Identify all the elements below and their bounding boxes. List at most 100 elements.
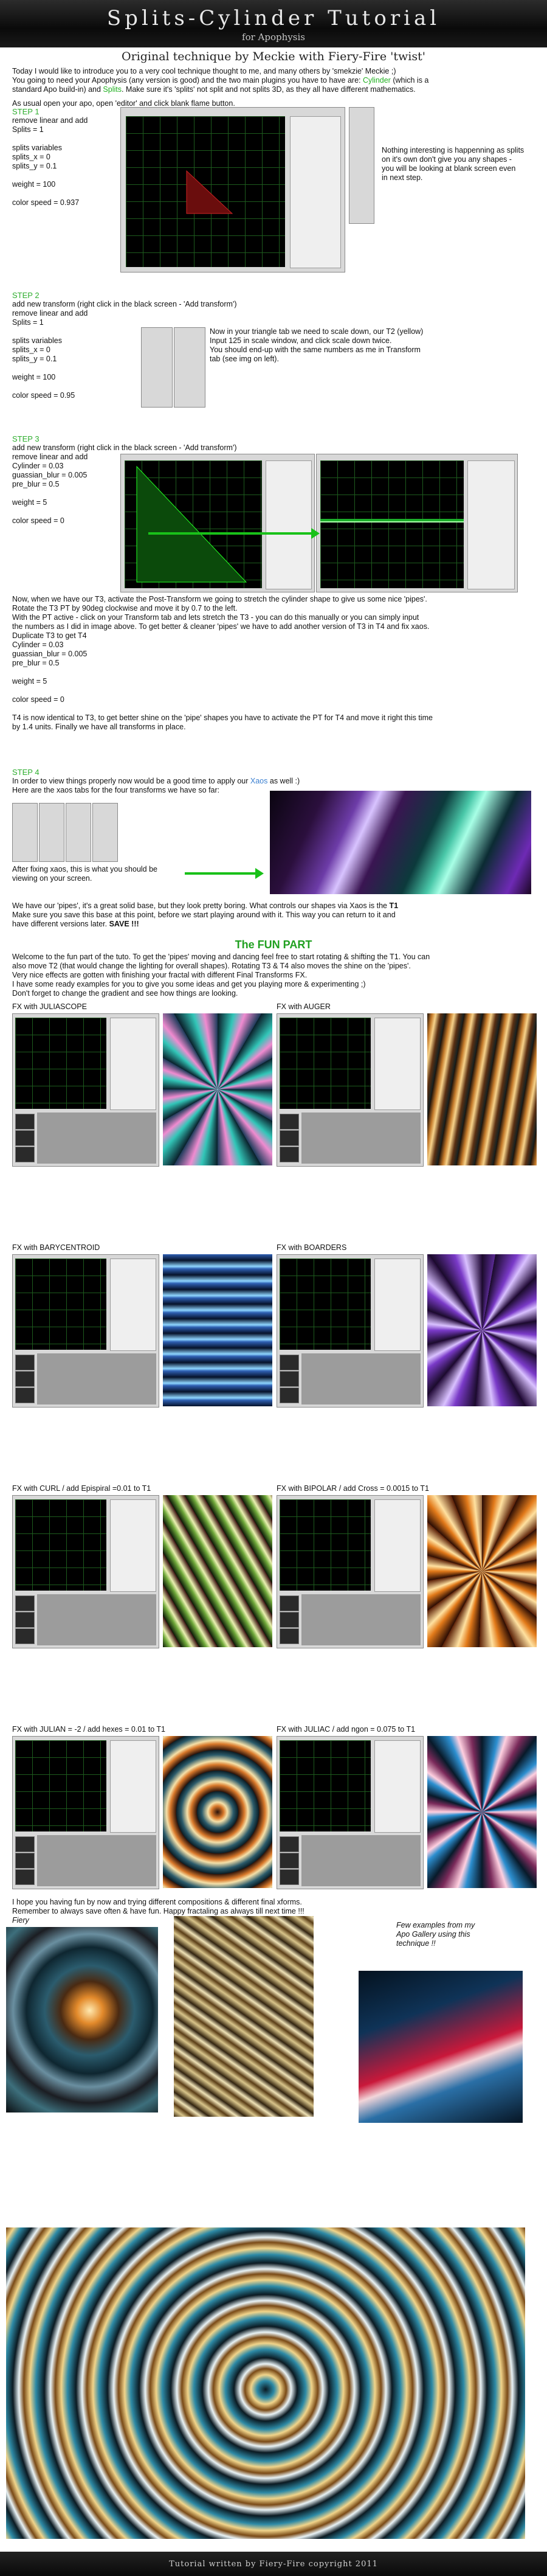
pipes-span: have different versions later.: [12, 920, 109, 928]
editor-side-panel: [374, 1499, 421, 1592]
editor-canvas: [15, 1740, 106, 1831]
thumbnail: [15, 1628, 35, 1644]
step3-editor-screenshot-a: [120, 454, 315, 592]
step-line: splits_y = 0.1: [12, 162, 57, 170]
step-line: weight = 5: [12, 677, 47, 686]
step-line: Splits = 1: [12, 125, 44, 134]
fun-part-heading: The FUN PART: [235, 939, 312, 951]
fx-result-image: [427, 1254, 537, 1406]
thumbnail: [15, 1114, 35, 1130]
fx-result-image: [163, 1013, 272, 1165]
intro-span: . Make sure it's 'splits' not split and …: [122, 85, 416, 94]
step-line: add new transform (right click in the bl…: [12, 443, 237, 452]
triangle-icon: [186, 170, 233, 214]
thumbnail: [280, 1371, 299, 1387]
step-line: weight = 100: [12, 180, 56, 189]
step-line: add new transform (right click in the bl…: [12, 300, 237, 308]
editor-canvas: [126, 116, 285, 267]
fx-result-image: [163, 1254, 272, 1406]
preview-panel: [301, 1835, 421, 1886]
editor-canvas: [320, 460, 464, 588]
thumbnail: [280, 1387, 299, 1403]
xaos-tab-t2: [39, 803, 64, 862]
step-line: Now, when we have our T3, activate the P…: [12, 595, 427, 603]
after-line: After fixing xaos, this is what you shou…: [12, 865, 158, 873]
fun-line: also move T2 (that would change the ligh…: [12, 962, 411, 970]
fx-editor-screenshot: [277, 1013, 424, 1167]
after-line: viewing on your screen.: [12, 874, 92, 883]
thumbnail: [280, 1836, 299, 1852]
gallery-line: Apo Gallery using this: [396, 1930, 470, 1939]
closing-line: Remember to always save often & have fun…: [12, 1907, 304, 1915]
fx-label: FX with JULIAC / add ngon = 0.075 to T1: [277, 1725, 416, 1734]
gallery-image-3: [359, 1971, 523, 2123]
step3-editor-screenshot-b: [316, 454, 518, 592]
thumbnail: [280, 1595, 299, 1611]
step-line: In order to view things properly now wou…: [12, 777, 300, 786]
fx-result-image: [427, 1495, 537, 1647]
thumbnail: [280, 1147, 299, 1162]
fx-editor-screenshot: [12, 1736, 159, 1889]
byline: Original technique by Meckie with Fiery-…: [122, 50, 425, 63]
editor-canvas: [280, 1258, 371, 1350]
fx-result-image: [163, 1736, 272, 1888]
note-line: Now in your triangle tab we need to scal…: [210, 327, 424, 336]
note-line: you will be looking at blank screen even: [382, 164, 516, 173]
intro-text: Today I would like to introduce you to a…: [12, 67, 428, 108]
note-line: Nothing interesting is happenning as spl…: [382, 146, 525, 154]
gallery-note: Few examples from my Apo Gallery using t…: [396, 1921, 475, 1948]
xaos-tab-t4: [92, 803, 118, 862]
editor-canvas: [280, 1018, 371, 1109]
thumbnail: [280, 1355, 299, 1370]
intro-line: Today I would like to introduce you to a…: [12, 67, 396, 75]
arrow-right-icon: [148, 532, 312, 535]
editor-side-panel: [374, 1258, 421, 1351]
gallery-image-1: [6, 1927, 158, 2113]
step-line: Duplicate T3 to get T4: [12, 631, 87, 640]
arrowhead-icon: [255, 868, 264, 879]
thumbnail: [280, 1628, 299, 1644]
step1-note: Nothing interesting is happenning as spl…: [382, 146, 524, 182]
step-line: Rotate the T3 PT by 90deg clockwise and …: [12, 604, 238, 613]
preview-panel: [37, 1113, 156, 1164]
step-span: as well :): [267, 777, 300, 785]
step-line: remove linear and add: [12, 309, 88, 318]
fx-label: FX with JULIAN = -2 / add hexes = 0.01 t…: [12, 1725, 165, 1734]
step1-label: STEP 1: [12, 107, 40, 116]
xaos-tab-t3: [66, 803, 91, 862]
note-line: tab (see img on left).: [210, 355, 279, 363]
note-line: You should end-up with the same numbers …: [210, 345, 421, 354]
thumbnail: [15, 1147, 35, 1162]
step-line: pre_blur = 0.5: [12, 659, 60, 667]
thumbnail: [15, 1130, 35, 1146]
editor-canvas: [280, 1499, 371, 1591]
thumbnail: [280, 1114, 299, 1130]
step-line: guassian_blur = 0.005: [12, 650, 88, 658]
editor-side-panel: [110, 1499, 156, 1592]
preview-panel: [301, 1353, 421, 1404]
intro-span: (which is a: [390, 76, 429, 85]
pipes-span: We have our 'pipes', it's a great solid …: [12, 901, 390, 910]
editor-side-panel: [110, 1018, 156, 1110]
editor-side-panel: [374, 1018, 421, 1110]
fun-line: Welcome to the fun part of the tuto. To …: [12, 953, 430, 961]
xaos-tab-t1: [12, 803, 38, 862]
preview-panel: [37, 1835, 156, 1886]
save-emphasis: SAVE !!!: [109, 920, 139, 928]
editor-side-panel: [266, 460, 312, 589]
editor-side-panel: [110, 1258, 156, 1351]
step2-label: STEP 2: [12, 291, 40, 300]
fun-line: Don't forget to change the gradient and …: [12, 989, 238, 998]
step3b-text: Now, when we have our T3, activate the P…: [12, 595, 433, 732]
step-line: splits_x = 0: [12, 153, 50, 161]
step2-scale-tab: [174, 327, 205, 408]
thumbnail: [280, 1869, 299, 1885]
step-line: remove linear and add: [12, 116, 88, 125]
splits-link: Splits: [103, 85, 122, 94]
fx-label: FX with BOARDERS: [277, 1243, 347, 1252]
fx-result-image: [163, 1495, 272, 1647]
fx-editor-screenshot: [277, 1495, 424, 1648]
step2-transform-tab: [141, 327, 173, 408]
step4-text: STEP 4 In order to view things properly …: [12, 768, 300, 795]
thumbnail: [15, 1853, 35, 1869]
